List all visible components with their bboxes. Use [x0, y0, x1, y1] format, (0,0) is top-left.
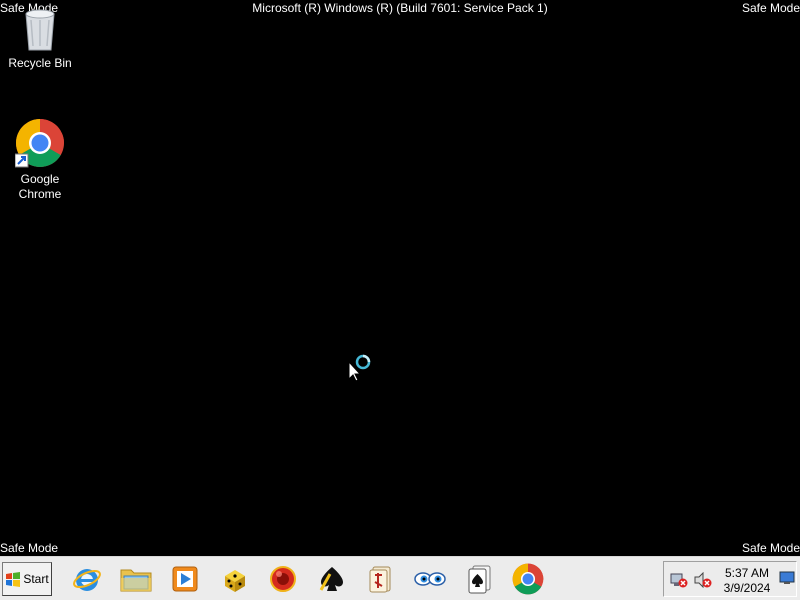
internet-explorer-icon[interactable]: [66, 561, 108, 597]
volume-muted-icon[interactable]: [694, 571, 712, 593]
start-button[interactable]: Start: [2, 562, 52, 596]
desktop-icon-label: Google Chrome: [18, 172, 62, 201]
taskbar-clock[interactable]: 5:37 AM 3/9/2024: [716, 566, 778, 596]
desktop[interactable]: Safe Mode Microsoft (R) Windows (R) (Bui…: [0, 0, 800, 556]
safe-mode-label-bottom-left: Safe Mode: [0, 541, 59, 555]
clock-date: 3/9/2024: [723, 581, 771, 595]
safe-mode-label-bottom-right: Safe Mode: [741, 541, 800, 555]
mahjong-game-icon[interactable]: [360, 561, 402, 597]
spades-game-icon[interactable]: [311, 561, 353, 597]
safe-mode-label-top-right: Safe Mode: [741, 1, 800, 15]
clock-time: 5:37 AM: [724, 566, 770, 580]
windows-logo-icon: [6, 571, 21, 587]
dice-game-icon[interactable]: [213, 561, 255, 597]
busy-arrow-cursor: [347, 353, 375, 388]
eyes-icon[interactable]: [409, 561, 451, 597]
quick-launch-bar: [66, 561, 556, 597]
solitaire-icon[interactable]: [458, 561, 500, 597]
system-tray: 5:37 AM 3/9/2024: [663, 561, 797, 597]
show-desktop-icon[interactable]: [779, 571, 795, 590]
desktop-icon-google-chrome[interactable]: Google Chrome: [1, 118, 79, 202]
windows-explorer-icon[interactable]: [115, 561, 157, 597]
build-info: Microsoft (R) Windows (R) (Build 7601: S…: [252, 1, 548, 15]
desktop-icon-label: Recycle Bin: [8, 56, 72, 70]
chrome-icon: [15, 119, 64, 168]
media-player-icon[interactable]: [164, 561, 206, 597]
start-label: Start: [23, 572, 49, 586]
recycle-bin-icon: [25, 9, 55, 51]
taskbar: Start 5:37 AM 3/9/2024: [0, 556, 800, 600]
chrome-icon[interactable]: [507, 561, 549, 597]
red-ball-game-icon[interactable]: [262, 561, 304, 597]
network-disconnected-icon[interactable]: [670, 572, 688, 593]
desktop-icon-recycle-bin[interactable]: Recycle Bin: [1, 8, 79, 71]
